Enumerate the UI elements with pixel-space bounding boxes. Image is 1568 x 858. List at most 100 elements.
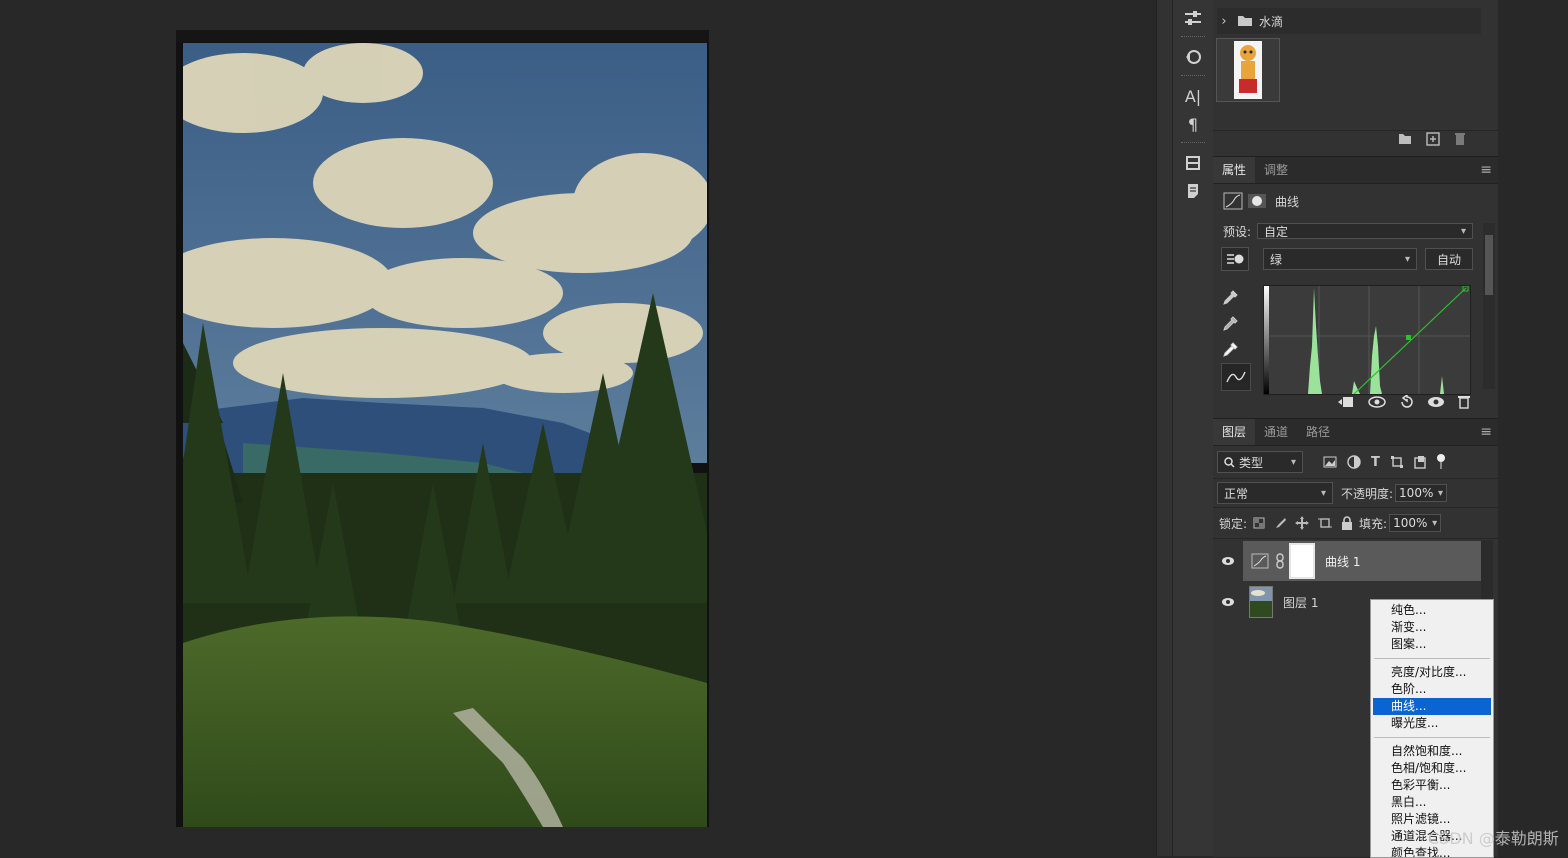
menu-item-levels[interactable]: 色阶... (1371, 681, 1493, 698)
adjustment-filter-icon[interactable] (1347, 455, 1361, 469)
curves-graph-svg (1264, 286, 1470, 394)
black-point-eyedropper-icon[interactable] (1221, 285, 1239, 311)
eyedropper-tools (1221, 285, 1251, 391)
curve-control-point[interactable] (1406, 335, 1411, 340)
layer-mask-thumbnail[interactable] (1289, 543, 1315, 579)
landscape-image (183, 43, 707, 827)
group-name: 水滴 (1259, 14, 1284, 29)
libraries-icon[interactable] (1173, 149, 1213, 177)
menu-item-gradient[interactable]: 渐变... (1371, 619, 1493, 636)
shape-filter-icon[interactable] (1390, 455, 1404, 469)
curves-graph[interactable] (1263, 285, 1471, 395)
reset-icon[interactable] (1399, 395, 1415, 409)
delete-adjustment-icon[interactable] (1457, 395, 1471, 409)
tab-channels[interactable]: 通道 (1255, 419, 1297, 445)
opacity-value: 100% (1399, 486, 1434, 500)
blend-mode-value: 正常 (1224, 486, 1249, 501)
auto-button[interactable]: 自动 (1425, 248, 1473, 270)
pixel-filter-icon[interactable] (1323, 456, 1337, 468)
delete-icon[interactable] (1454, 132, 1466, 146)
lock-pixels-brush-icon[interactable] (1274, 517, 1287, 529)
on-image-adjust-button[interactable] (1221, 247, 1249, 271)
preset-select[interactable]: 自定 ▾ (1257, 223, 1474, 239)
tab-adjustments[interactable]: 调整 (1255, 157, 1297, 183)
visibility-eye-icon[interactable] (1213, 583, 1243, 621)
layers-menu-icon[interactable]: ≡ (1480, 424, 1492, 440)
document-photo[interactable] (183, 43, 707, 827)
menu-item-brightness-contrast[interactable]: 亮度/对比度... (1371, 664, 1493, 681)
visibility-eye-icon[interactable] (1427, 395, 1445, 409)
chevron-down-icon: ▾ (1290, 456, 1296, 468)
histogram (1308, 288, 1444, 394)
chevron-right-icon[interactable]: › (1217, 14, 1231, 29)
panel-dock-gap (1498, 0, 1568, 856)
menu-item-exposure[interactable]: 曝光度... (1371, 715, 1493, 732)
input-gradient-bar (1264, 286, 1269, 394)
layer-filter-row: 类型 ▾ T (1213, 446, 1498, 479)
white-point-eyedropper-icon[interactable] (1221, 337, 1239, 363)
layer-thumbnail-image (1250, 587, 1272, 617)
layer-filter-icons: T (1323, 454, 1446, 470)
group-row[interactable]: › 水滴 (1217, 8, 1481, 34)
menu-item-curves[interactable]: 曲线... (1373, 698, 1491, 715)
panel-menu-icon[interactable]: ≡ (1480, 162, 1492, 178)
curve-edit-icon[interactable] (1221, 363, 1251, 391)
chevron-down-icon: ▾ (1461, 225, 1467, 237)
hand-target-icon (1227, 254, 1244, 264)
lock-all-icon[interactable] (1341, 516, 1353, 530)
fill-input[interactable]: 100% ▾ (1389, 514, 1442, 532)
lock-artboard-icon[interactable] (1318, 516, 1333, 530)
channel-value: 绿 (1270, 252, 1283, 267)
document-top-edge (176, 30, 709, 42)
folder-icon (1238, 16, 1252, 26)
character-text-icon[interactable]: A| (1173, 82, 1213, 110)
menu-item-solid-color[interactable]: 纯色... (1371, 602, 1493, 619)
mask-icon[interactable] (1247, 192, 1267, 210)
paragraph-icon[interactable]: ¶ (1173, 110, 1213, 138)
notes-icon[interactable] (1173, 177, 1213, 205)
smart-object-filter-icon[interactable] (1414, 455, 1426, 469)
lock-position-move-icon[interactable] (1295, 516, 1310, 530)
clip-to-layer-icon[interactable] (1337, 395, 1355, 409)
gray-point-eyedropper-icon[interactable] (1221, 311, 1239, 337)
layer-curves-body[interactable]: 曲线 1 (1243, 541, 1481, 581)
menu-item-pattern[interactable]: 图案... (1371, 636, 1493, 653)
tab-paths[interactable]: 路径 (1297, 419, 1339, 445)
preset-row: 预设: 自定 ▾ (1213, 218, 1498, 244)
chevron-down-icon: ▾ (1432, 517, 1438, 529)
menu-item-color-balance[interactable]: 色彩平衡... (1371, 777, 1493, 794)
properties-scrollbar[interactable] (1483, 223, 1495, 389)
channel-select[interactable]: 绿 ▾ (1263, 248, 1417, 270)
filter-toggle-icon[interactable] (1436, 454, 1446, 470)
lock-transparent-icon[interactable] (1253, 517, 1265, 529)
menu-item-black-white[interactable]: 黑白... (1371, 794, 1493, 811)
properties-type-label: 曲线 (1275, 194, 1300, 209)
canvas-scrollbar[interactable] (1156, 0, 1173, 856)
adjustments-sliders-icon[interactable] (1173, 4, 1213, 32)
preset-label: 预设: (1223, 224, 1252, 239)
green-curve-line[interactable] (1353, 287, 1467, 394)
layer-row-curves[interactable]: 曲线 1 (1213, 541, 1481, 581)
layer-filter-value: 类型 (1239, 455, 1264, 470)
type-filter-icon[interactable]: T (1371, 455, 1380, 470)
scrollbar-thumb[interactable] (1485, 235, 1493, 295)
new-folder-icon[interactable] (1398, 133, 1412, 145)
opacity-input[interactable]: 100% ▾ (1395, 484, 1448, 502)
group-thumbnail[interactable] (1216, 38, 1280, 102)
view-previous-icon[interactable] (1367, 395, 1387, 409)
tab-layers[interactable]: 图层 (1213, 419, 1256, 445)
group-section: › 水滴 (1213, 0, 1498, 131)
link-chain-icon[interactable] (1275, 553, 1285, 569)
blend-mode-select[interactable]: 正常 ▾ (1217, 482, 1333, 504)
visibility-eye-icon[interactable] (1213, 541, 1243, 581)
menu-item-vibrance[interactable]: 自然饱和度... (1371, 743, 1493, 760)
properties-panel: 属性 调整 ≡ 曲线 预设: 自定 ▾ 绿 ▾ 自动 (1213, 156, 1498, 417)
menu-item-hue-saturation[interactable]: 色相/饱和度... (1371, 760, 1493, 777)
tiger-sticker-image (1234, 41, 1262, 99)
tab-properties[interactable]: 属性 (1213, 157, 1256, 183)
layer-thumbnail[interactable] (1249, 586, 1273, 618)
new-layer-icon[interactable] (1426, 132, 1440, 146)
layer-filter-select[interactable]: 类型 ▾ (1217, 451, 1303, 473)
history-brush-icon[interactable] (1173, 43, 1213, 71)
layer-name: 图层 1 (1283, 595, 1319, 610)
